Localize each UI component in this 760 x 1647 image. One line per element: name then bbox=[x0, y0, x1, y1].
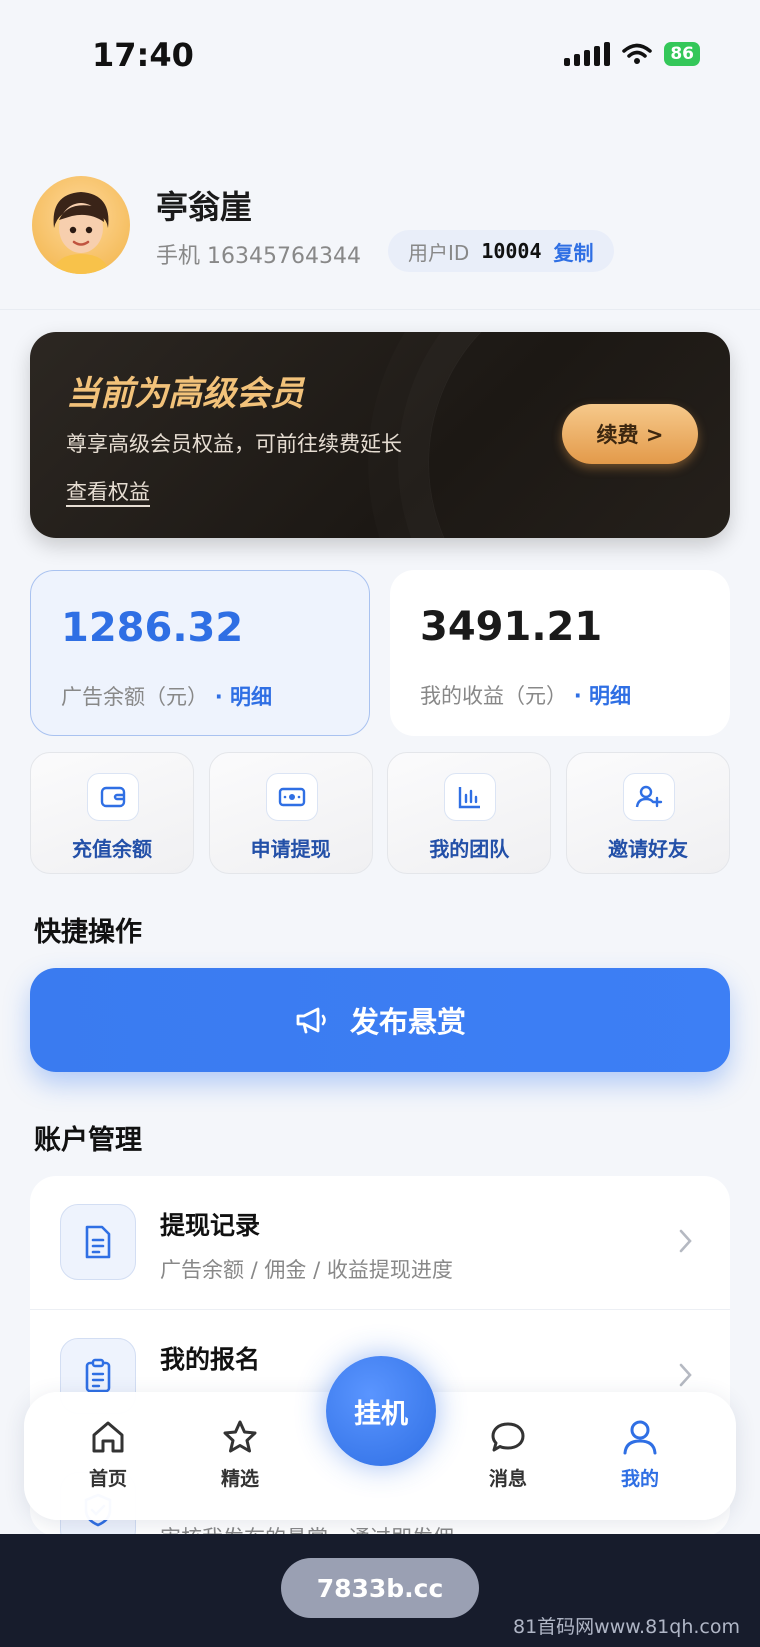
profile-header: 亭翁崖 手机 16345764344 用户ID 10004 复制 bbox=[0, 160, 760, 310]
ad-balance-value: 1286.32 bbox=[61, 605, 244, 651]
megaphone-icon bbox=[296, 1007, 326, 1034]
star-icon bbox=[223, 1420, 257, 1453]
home-icon bbox=[92, 1421, 124, 1453]
tab-mine[interactable]: 我的 bbox=[590, 1418, 690, 1498]
browser-footer: 7833b.cc 81首码网www.81qh.com bbox=[0, 1534, 760, 1647]
status-bar: 17:40 86 bbox=[0, 0, 760, 110]
tab-featured-label: 精选 bbox=[220, 1468, 259, 1490]
wallet-icon bbox=[87, 773, 139, 821]
my-registrations-title: 我的报名 bbox=[160, 1345, 261, 1374]
renew-button[interactable]: 续费 > bbox=[562, 404, 698, 464]
status-icons: 86 bbox=[564, 42, 700, 66]
user-id-badge: 用户ID 10004 复制 bbox=[388, 230, 614, 272]
copy-id-button[interactable]: 复制 bbox=[554, 237, 594, 266]
income-label: 我的收益（元） · 明细 bbox=[420, 680, 631, 710]
ad-balance-label: 广告余额（元） · 明细 bbox=[61, 681, 272, 711]
auto-task-fab[interactable]: 挂机 bbox=[326, 1356, 436, 1466]
tab-messages[interactable]: 消息 bbox=[458, 1418, 558, 1498]
withdraw-button[interactable]: 申请提现 bbox=[208, 752, 373, 874]
chevron-right-icon bbox=[679, 1229, 692, 1253]
tab-mine-label: 我的 bbox=[620, 1468, 659, 1490]
my-team-label: 我的团队 bbox=[429, 837, 510, 861]
recharge-button[interactable]: 充值余额 bbox=[30, 752, 194, 874]
withdraw-records-row[interactable]: 提现记录 广告余额 / 佣金 / 收益提现进度 bbox=[30, 1176, 730, 1310]
income-card[interactable]: 3491.21 我的收益（元） · 明细 bbox=[390, 570, 730, 736]
avatar[interactable] bbox=[32, 176, 130, 274]
my-team-button[interactable]: 我的团队 bbox=[387, 752, 552, 874]
status-time: 17:40 bbox=[92, 36, 194, 74]
action-grid: 充值余额 申请提现 我的团队 邀请好友 bbox=[30, 752, 730, 874]
income-value: 3491.21 bbox=[420, 604, 603, 650]
user-id-value: 10004 bbox=[481, 239, 542, 263]
ad-balance-card[interactable]: 1286.32 广告余额（元） · 明细 bbox=[30, 570, 370, 736]
cash-icon bbox=[265, 773, 318, 821]
view-benefits-link[interactable]: 查看权益 bbox=[66, 476, 150, 506]
bar-chart-icon bbox=[444, 773, 497, 821]
withdraw-label: 申请提现 bbox=[250, 837, 331, 861]
tab-messages-label: 消息 bbox=[488, 1468, 527, 1490]
withdraw-records-title: 提现记录 bbox=[160, 1211, 261, 1240]
account-management-title: 账户管理 bbox=[34, 1125, 142, 1156]
domain-pill[interactable]: 7833b.cc bbox=[281, 1558, 479, 1618]
watermark: 81首码网www.81qh.com bbox=[513, 1616, 740, 1638]
ad-balance-label-text: 广告余额（元） bbox=[61, 685, 208, 709]
signal-icon bbox=[564, 42, 611, 66]
wifi-icon bbox=[622, 43, 653, 64]
tab-home-label: 首页 bbox=[88, 1468, 127, 1490]
income-detail-link[interactable]: · 明细 bbox=[574, 684, 631, 708]
battery-indicator: 86 bbox=[664, 42, 700, 66]
publish-bounty-label: 发布悬赏 bbox=[349, 1005, 466, 1039]
chevron-right-icon bbox=[679, 1363, 692, 1387]
chat-icon bbox=[491, 1422, 525, 1452]
tab-featured[interactable]: 精选 bbox=[190, 1418, 290, 1498]
phone-number: 手机 16345764344 bbox=[156, 244, 361, 269]
publish-bounty-button[interactable]: 发布悬赏 bbox=[30, 968, 730, 1072]
ad-balance-detail-link[interactable]: · 明细 bbox=[215, 685, 272, 709]
recharge-label: 充值余额 bbox=[72, 837, 152, 861]
add-user-icon bbox=[622, 773, 675, 821]
invite-friends-label: 邀请好友 bbox=[607, 837, 688, 861]
document-icon bbox=[60, 1204, 136, 1280]
vip-title: 当前为高级会员 bbox=[66, 374, 304, 414]
income-label-text: 我的收益（元） bbox=[420, 684, 567, 708]
invite-friends-button[interactable]: 邀请好友 bbox=[565, 752, 730, 874]
vip-description: 尊享高级会员权益，可前往续费延长 bbox=[66, 432, 402, 456]
withdraw-records-subtitle: 广告余额 / 佣金 / 收益提现进度 bbox=[160, 1258, 453, 1282]
user-icon bbox=[623, 1420, 657, 1455]
tab-home[interactable]: 首页 bbox=[58, 1418, 158, 1498]
user-name: 亭翁崖 bbox=[156, 188, 253, 226]
vip-membership-card: 当前为高级会员 尊享高级会员权益，可前往续费延长 查看权益 续费 > bbox=[30, 332, 730, 538]
user-id-label: 用户ID bbox=[408, 240, 470, 265]
quick-actions-title: 快捷操作 bbox=[34, 917, 142, 948]
